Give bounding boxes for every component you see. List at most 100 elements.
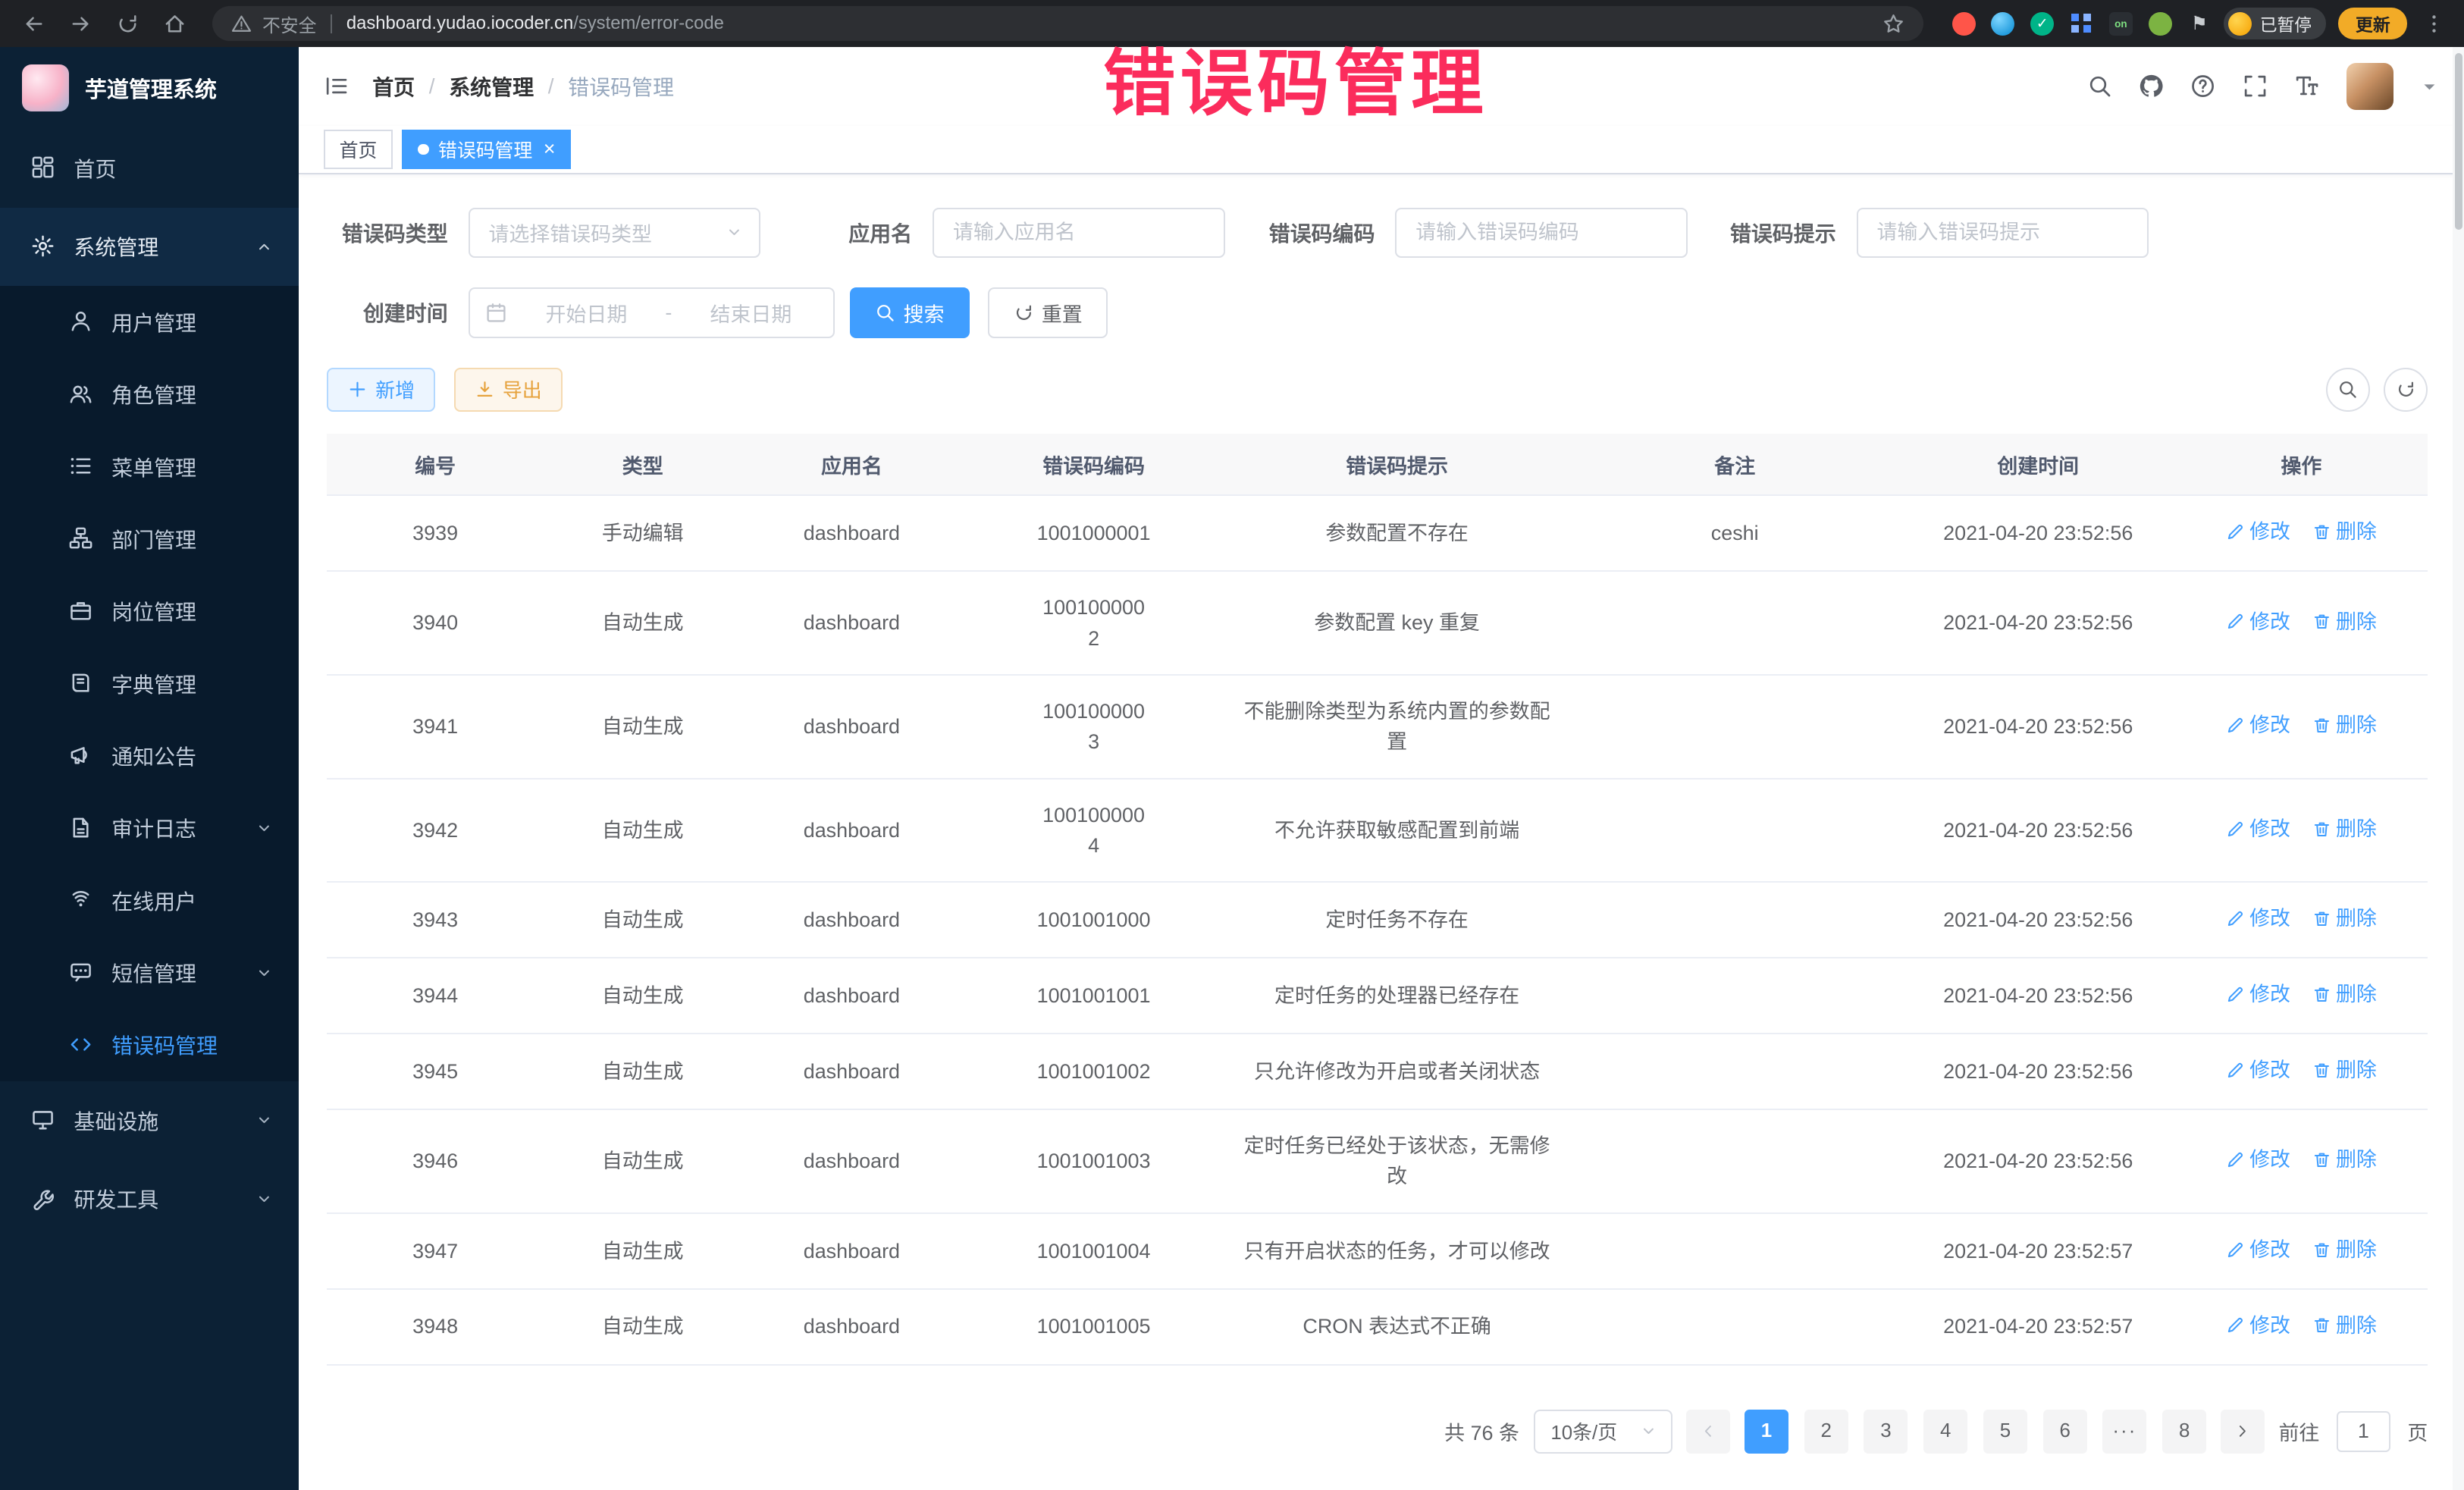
sidebar-item[interactable]: 通知公告 [0, 720, 299, 792]
sidebar-item[interactable]: 研发工具 [0, 1160, 299, 1239]
edit-link[interactable]: 修改 [2226, 1310, 2290, 1341]
cell-type: 自动生成 [544, 1109, 741, 1213]
goto-page-input[interactable] [2337, 1411, 2390, 1452]
url-bar[interactable]: 不安全 dashboard.yudao.iocoder.cn/system/er… [212, 6, 1924, 41]
page-size-select[interactable]: 10条/页 [1534, 1410, 1672, 1454]
error-type-select[interactable]: 请选择错误码类型 [469, 208, 761, 258]
app-logo[interactable]: 芋道管理系统 [0, 47, 299, 129]
delete-link[interactable]: 删除 [2312, 979, 2377, 1009]
edit-link[interactable]: 修改 [2226, 1055, 2290, 1085]
search-button[interactable]: 搜索 [850, 287, 969, 337]
delete-link[interactable]: 删除 [2312, 607, 2377, 637]
view-tab[interactable]: 首页 [324, 130, 393, 169]
delete-link[interactable]: 删除 [2312, 1144, 2377, 1175]
sidebar-item[interactable]: 在线用户 [0, 864, 299, 936]
create-time-range-picker[interactable]: 开始日期 - 结束日期 [469, 287, 835, 337]
red-circle-extension-icon[interactable] [1952, 12, 1976, 36]
extensions-row: ✓ on ⚑ [1952, 12, 2212, 36]
delete-link[interactable]: 删除 [2312, 1234, 2377, 1265]
breadcrumb-item[interactable]: 系统管理 [449, 71, 534, 102]
browser-menu-icon[interactable] [2417, 13, 2452, 35]
cell-app: dashboard [741, 958, 961, 1034]
delete-link[interactable]: 删除 [2312, 1055, 2377, 1085]
browser-back-icon[interactable] [22, 12, 45, 36]
error-code-input[interactable] [1395, 208, 1688, 258]
error-hint-input[interactable] [1857, 208, 2149, 258]
delete-link[interactable]: 删除 [2312, 1310, 2377, 1341]
delete-link[interactable]: 删除 [2312, 516, 2377, 547]
page-number-button[interactable]: 1 [1745, 1410, 1788, 1454]
sidebar-item[interactable]: 菜单管理 [0, 431, 299, 503]
edit-link[interactable]: 修改 [2226, 710, 2290, 740]
flag-extension-icon[interactable]: ⚑ [2187, 12, 2211, 36]
edit-link[interactable]: 修改 [2226, 1234, 2290, 1265]
browser-forward-icon[interactable] [69, 12, 92, 36]
page-number-button[interactable]: 2 [1804, 1410, 1848, 1454]
browser-update-button[interactable]: 更新 [2338, 8, 2407, 39]
search-icon[interactable] [2087, 74, 2112, 99]
sidebar-item[interactable]: 角色管理 [0, 359, 299, 431]
droplet-extension-icon[interactable] [1991, 12, 2014, 36]
delete-link[interactable]: 删除 [2312, 814, 2377, 844]
sidebar-item[interactable]: 基础设施 [0, 1081, 299, 1160]
browser-reload-icon[interactable] [116, 12, 140, 36]
on-badge-extension-icon[interactable]: on [2109, 12, 2133, 36]
delete-link[interactable]: 删除 [2312, 903, 2377, 933]
edit-link[interactable]: 修改 [2226, 1144, 2290, 1175]
edit-link[interactable]: 修改 [2226, 903, 2290, 933]
prev-page-button[interactable] [1686, 1410, 1730, 1454]
cell-operations: 修改删除 [2175, 495, 2428, 571]
page-number-button[interactable]: 8 [2162, 1410, 2206, 1454]
chevron-down-icon [1639, 1422, 1658, 1441]
breadcrumb-item[interactable]: 首页 [372, 71, 415, 102]
edit-icon [2226, 985, 2245, 1004]
edit-link[interactable]: 修改 [2226, 607, 2290, 637]
sidebar-item[interactable]: 部门管理 [0, 503, 299, 575]
check-extension-icon[interactable]: ✓ [2030, 12, 2054, 36]
edit-icon [2226, 612, 2245, 631]
page-scrollbar[interactable] [2453, 47, 2464, 1490]
sidebar-item[interactable]: 短信管理 [0, 936, 299, 1008]
sidebar-item[interactable]: 系统管理 [0, 208, 299, 287]
refresh-table-button[interactable] [2384, 368, 2428, 412]
page-number-button[interactable]: 6 [2043, 1410, 2087, 1454]
fullscreen-icon[interactable] [2243, 74, 2268, 99]
page-number-button[interactable]: 5 [1983, 1410, 2027, 1454]
toggle-search-button[interactable] [2326, 368, 2370, 412]
app-name-input[interactable] [933, 208, 1225, 258]
close-tab-icon[interactable]: × [544, 139, 556, 159]
sidebar-item[interactable]: 审计日志 [0, 792, 299, 864]
sidebar-item[interactable]: 错误码管理 [0, 1009, 299, 1081]
page-url: dashboard.yudao.iocoder.cn/system/error-… [346, 13, 724, 34]
font-size-icon[interactable] [2294, 74, 2319, 99]
page-number-button[interactable]: 4 [1923, 1410, 1967, 1454]
cell-time: 2021-04-20 23:52:56 [1901, 1109, 2175, 1213]
grid-extension-icon[interactable] [2070, 12, 2093, 36]
delete-link[interactable]: 删除 [2312, 710, 2377, 740]
github-icon[interactable] [2139, 74, 2164, 99]
edit-link[interactable]: 修改 [2226, 814, 2290, 844]
paused-label: 已暂停 [2260, 11, 2312, 36]
green-circle-extension-icon[interactable] [2149, 12, 2172, 36]
scrollbar-thumb[interactable] [2455, 53, 2462, 229]
bookmark-star-icon[interactable] [1882, 13, 1904, 35]
user-avatar[interactable] [2346, 63, 2393, 110]
browser-home-icon[interactable] [163, 12, 187, 36]
more-pages-button[interactable]: ··· [2102, 1410, 2146, 1454]
reset-button[interactable]: 重置 [988, 287, 1107, 337]
sidebar-item[interactable]: 岗位管理 [0, 576, 299, 648]
page-number-button[interactable]: 3 [1864, 1410, 1908, 1454]
sidebar-item[interactable]: 字典管理 [0, 648, 299, 720]
edit-link[interactable]: 修改 [2226, 979, 2290, 1009]
caret-down-icon[interactable] [2420, 77, 2439, 96]
add-button[interactable]: 新增 [327, 368, 435, 412]
edit-link[interactable]: 修改 [2226, 516, 2290, 547]
view-tab[interactable]: 错误码管理× [402, 130, 571, 169]
sidebar-item[interactable]: 首页 [0, 129, 299, 208]
sidebar-item[interactable]: 用户管理 [0, 286, 299, 358]
next-page-button[interactable] [2221, 1410, 2265, 1454]
sidebar-toggle-icon[interactable] [324, 74, 349, 99]
help-icon[interactable] [2190, 74, 2215, 99]
paused-extension-pill[interactable]: 已暂停 [2224, 8, 2326, 39]
export-button[interactable]: 导出 [454, 368, 563, 412]
